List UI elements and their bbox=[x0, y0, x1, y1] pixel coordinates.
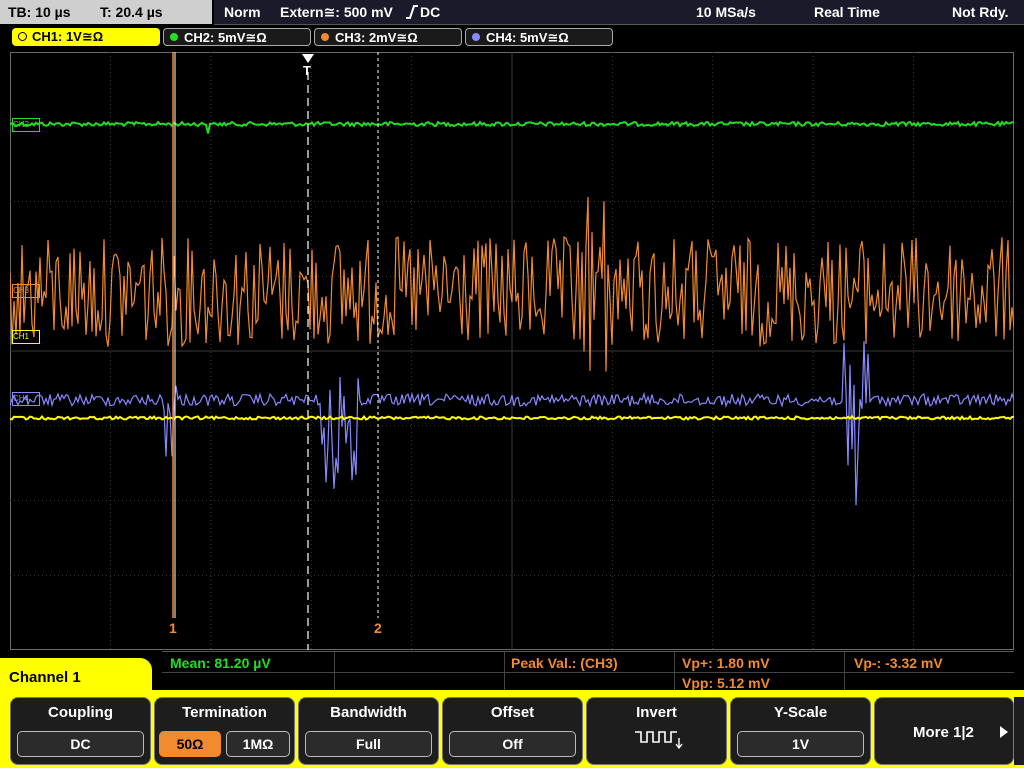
tab-ch3[interactable]: CH3: 2mV≅Ω bbox=[314, 28, 462, 46]
circle-icon bbox=[18, 32, 27, 41]
coupling-title: Coupling bbox=[48, 704, 113, 721]
tab-ch2-label: CH2: 5mV≅Ω bbox=[184, 30, 267, 45]
termination-50-ohm-button[interactable]: 50Ω bbox=[159, 731, 221, 757]
offset-softkey[interactable]: Offset Off bbox=[442, 697, 583, 765]
sample-rate: 10 MSa/s bbox=[696, 4, 756, 20]
ch4-level-label: CH4 bbox=[13, 394, 30, 403]
termination-softkey[interactable]: Termination 50Ω 1MΩ bbox=[154, 697, 295, 765]
tab-ch4[interactable]: CH4: 5mV≅Ω bbox=[465, 28, 613, 46]
status-bar: TB: 10 µs T: 20.4 µs Norm Extern≅: 500 m… bbox=[0, 0, 1024, 25]
tab-ch1[interactable]: CH1: 1V≅Ω bbox=[12, 28, 160, 46]
measurement-panel: Mean: 81.20 µV Peak Val.: (CH3) Vp+: 1.8… bbox=[162, 651, 1014, 692]
divider bbox=[162, 672, 1014, 673]
y-scale-softkey[interactable]: Y-Scale 1V bbox=[730, 697, 871, 765]
y-scale-title: Y-Scale bbox=[773, 704, 828, 721]
termination-1m-ohm-button[interactable]: 1MΩ bbox=[226, 731, 290, 757]
termination-title: Termination bbox=[182, 704, 267, 721]
tab-ch4-label: CH4: 5mV≅Ω bbox=[486, 30, 569, 45]
tab-ch2[interactable]: CH2: 5mV≅Ω bbox=[163, 28, 311, 46]
mean-measurement: Mean: 81.20 µV bbox=[170, 655, 271, 671]
ch3-level-label: CH3 bbox=[13, 286, 30, 295]
circle-icon bbox=[321, 33, 329, 41]
inverted-square-wave-icon bbox=[635, 731, 683, 750]
tab-ch1-label: CH1: 1V≅Ω bbox=[32, 29, 104, 44]
ch1-level-label: CH1 bbox=[13, 332, 30, 341]
cursor1-label[interactable]: 1 bbox=[169, 620, 177, 636]
invert-title: Invert bbox=[636, 704, 677, 721]
bandwidth-title: Bandwidth bbox=[330, 704, 407, 721]
trigger-time-readout: T: 20.4 µs bbox=[100, 4, 163, 20]
trigger-mode: Norm bbox=[224, 4, 261, 20]
timebase-box[interactable]: TB: 10 µs T: 20.4 µs bbox=[0, 0, 212, 24]
rising-edge-icon bbox=[405, 5, 419, 19]
ch4-level-marker[interactable]: CH4 bbox=[12, 392, 40, 406]
tab-ch3-label: CH3: 2mV≅Ω bbox=[335, 30, 418, 45]
ch2-level-label: CH2 bbox=[13, 120, 30, 129]
more-softkey[interactable]: More 1|2 bbox=[874, 697, 1014, 765]
peak-value-label: Peak Val.: (CH3) bbox=[511, 655, 618, 671]
bandwidth-softkey[interactable]: Bandwidth Full bbox=[298, 697, 439, 765]
vp-minus-measurement: Vp-: -3.32 mV bbox=[854, 655, 943, 671]
waveform-display[interactable] bbox=[10, 52, 1014, 650]
acquisition-state: Not Rdy. bbox=[952, 4, 1009, 20]
trigger-source: Extern≅: 500 mV bbox=[280, 4, 393, 20]
coupling-softkey[interactable]: Coupling DC bbox=[10, 697, 151, 765]
trigger-marker-label: T bbox=[303, 63, 311, 78]
offset-title: Offset bbox=[490, 704, 535, 721]
waveform-area bbox=[10, 52, 1014, 650]
timebase-readout: TB: 10 µs bbox=[8, 4, 71, 20]
ch3-level-marker[interactable]: CH3 bbox=[12, 284, 40, 298]
vp-plus-measurement: Vp+: 1.80 mV bbox=[682, 655, 770, 671]
offset-value-button[interactable]: Off bbox=[449, 731, 576, 757]
trigger-coupling: DC bbox=[420, 4, 441, 20]
trigger-position-marker[interactable]: T bbox=[298, 52, 318, 80]
right-arrow-icon bbox=[1000, 726, 1008, 738]
acquisition-mode: Real Time bbox=[814, 4, 880, 20]
cursor2-label[interactable]: 2 bbox=[374, 620, 382, 636]
circle-icon bbox=[170, 33, 178, 41]
ch1-level-marker[interactable]: CH1 bbox=[12, 330, 40, 344]
more-label: More 1|2 bbox=[913, 724, 974, 741]
y-scale-value-button[interactable]: 1V bbox=[737, 731, 864, 757]
bandwidth-value-button[interactable]: Full bbox=[305, 731, 432, 757]
circle-icon bbox=[472, 33, 480, 41]
invert-softkey[interactable]: Invert bbox=[586, 697, 727, 765]
softkey-edge bbox=[1014, 697, 1024, 765]
coupling-value-button[interactable]: DC bbox=[17, 731, 144, 757]
ch2-level-marker[interactable]: CH2 bbox=[12, 118, 40, 132]
